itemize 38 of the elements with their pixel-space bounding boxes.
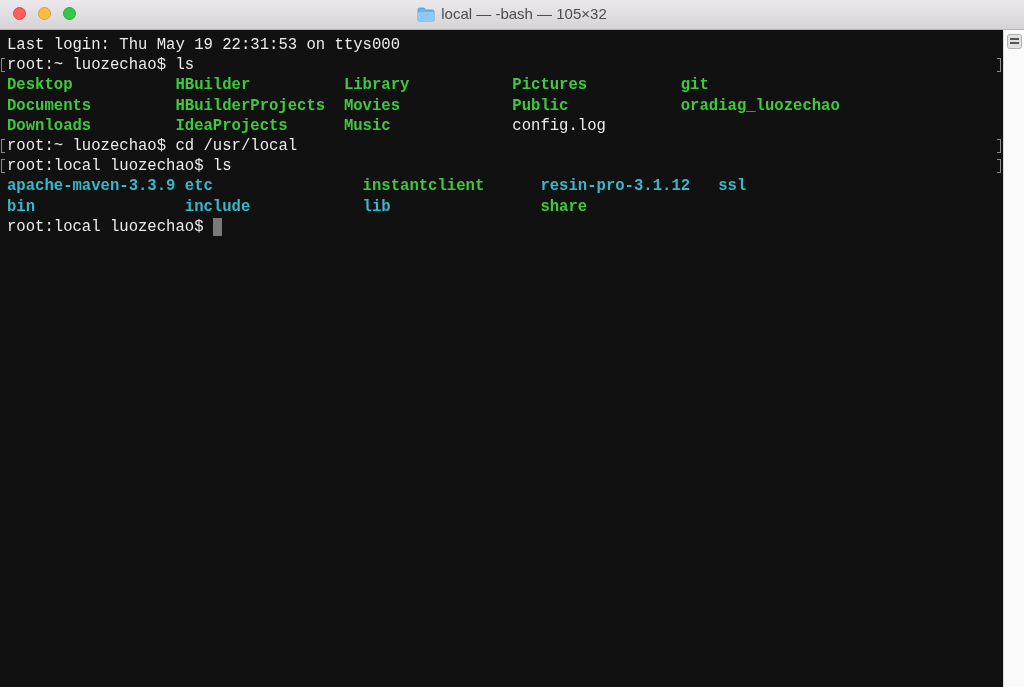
folder-icon xyxy=(417,7,436,22)
window-title: local — -bash — 105×32 xyxy=(441,4,607,25)
lines-icon xyxy=(1006,34,1022,49)
file-name: Desktop xyxy=(7,76,73,95)
file-name: lib xyxy=(362,197,391,216)
file-name: Public xyxy=(512,96,569,115)
file-name: oradiag_luozechao xyxy=(680,96,840,115)
file-name: Music xyxy=(343,116,391,135)
file-name: bin xyxy=(7,197,36,216)
file-name: HBuilderProjects xyxy=(175,96,326,115)
file-name: Library xyxy=(343,76,410,95)
minimize-button[interactable] xyxy=(38,7,51,20)
file-name: config.log xyxy=(512,116,606,135)
file-name: git xyxy=(680,76,709,95)
prompt-mark-icon xyxy=(1,138,5,153)
close-button[interactable] xyxy=(13,7,26,20)
file-name: Pictures xyxy=(512,76,588,95)
file-name: instantclient xyxy=(362,177,485,196)
terminal-line: root:local luozechao$ ls xyxy=(7,156,232,177)
file-name: IdeaProjects xyxy=(175,116,288,135)
scroll-bar[interactable] xyxy=(1003,30,1024,687)
file-name: share xyxy=(540,197,588,216)
prompt-mark-icon xyxy=(1,58,5,73)
prompt-mark-icon xyxy=(1,159,5,174)
zoom-button[interactable] xyxy=(63,7,76,20)
shell-prompt: root:local luozechao$ xyxy=(7,216,204,237)
file-name: apache-maven-3.3.9 xyxy=(7,177,176,196)
terminal-line: root:~ luozechao$ ls xyxy=(7,55,195,76)
terminal-line: Last login: Thu May 19 22:31:53 on ttys000 xyxy=(7,35,401,56)
terminal-line: root:~ luozechao$ cd /usr/local xyxy=(7,135,298,157)
file-name: ssl xyxy=(718,177,747,196)
file-name: Downloads xyxy=(7,116,92,135)
file-name: include xyxy=(184,197,251,216)
file-name: resin-pro-3.1.12 xyxy=(540,177,691,196)
file-name: Documents xyxy=(7,96,92,115)
file-name: HBuilder xyxy=(175,76,251,95)
file-name: Movies xyxy=(343,96,401,115)
file-name: etc xyxy=(184,177,213,196)
